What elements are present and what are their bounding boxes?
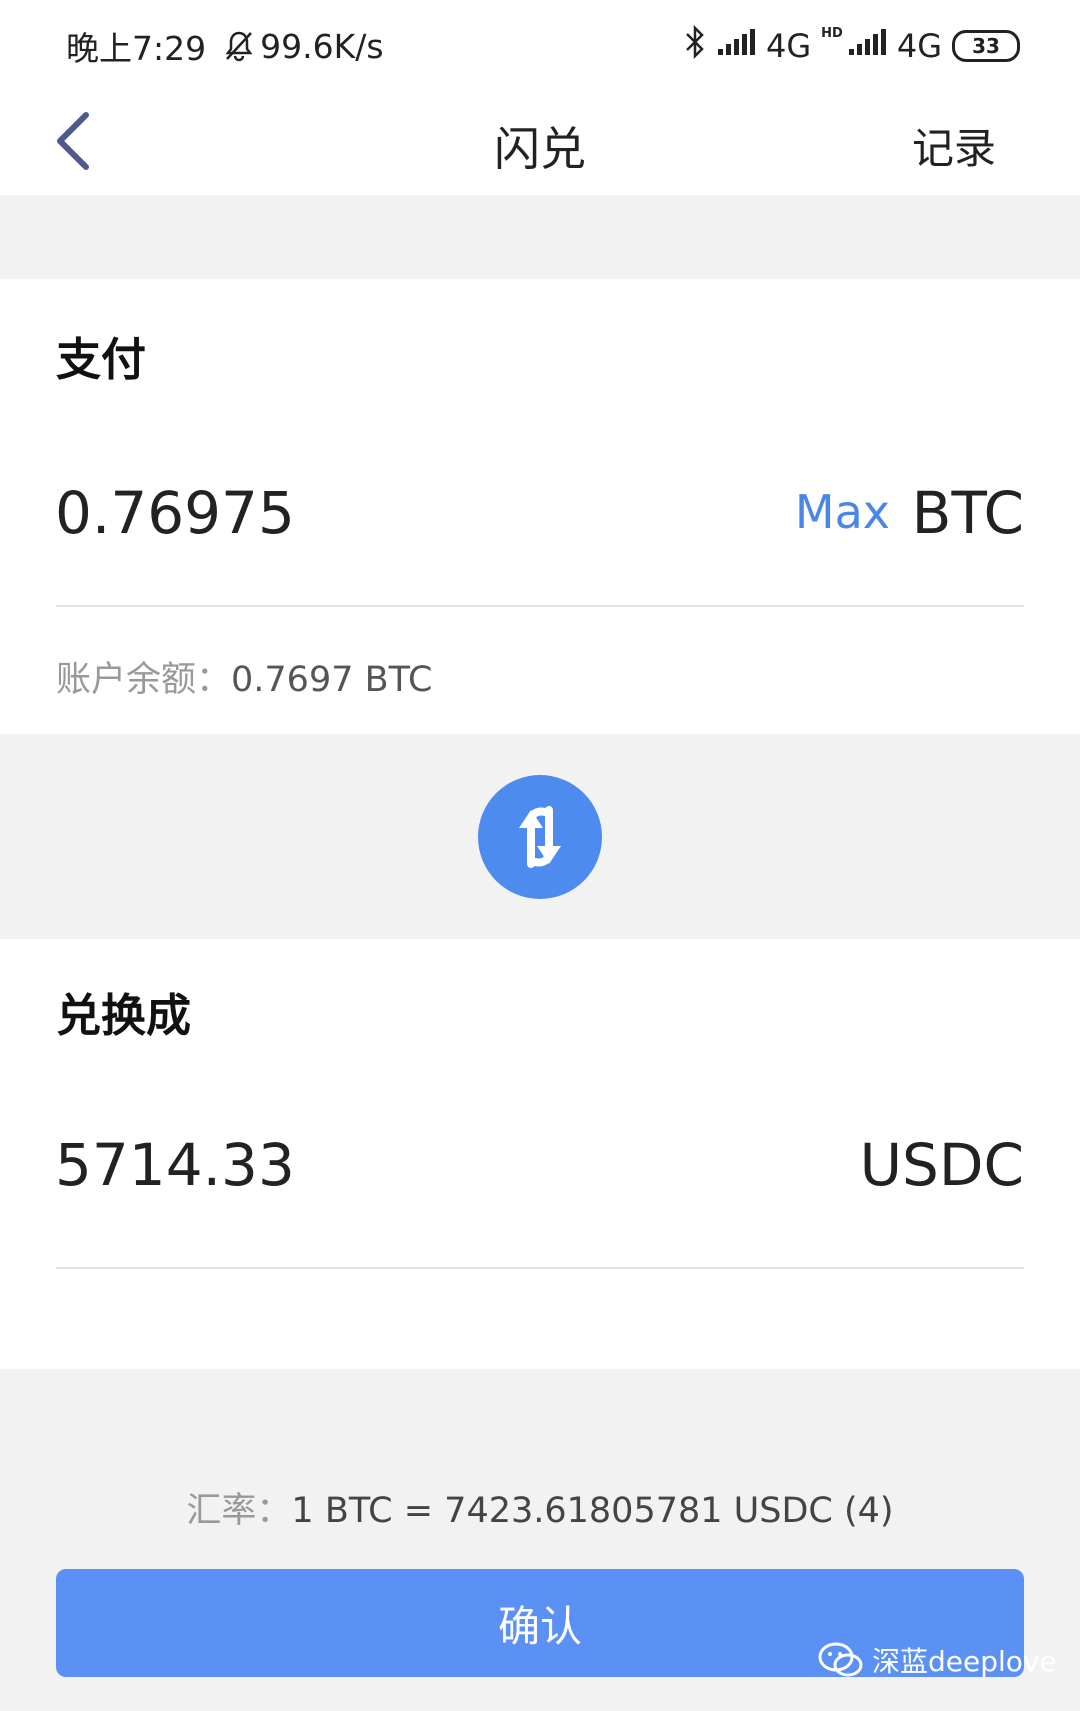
- swap-button[interactable]: [478, 775, 602, 899]
- record-link[interactable]: 记录: [912, 115, 996, 176]
- divider: [56, 1267, 1024, 1269]
- receive-title: 兑换成: [56, 989, 192, 1042]
- swap-arrows-icon: [519, 806, 561, 868]
- pay-amount-input[interactable]: [55, 473, 695, 553]
- wechat-icon: [818, 1642, 863, 1677]
- rate-value: 1 BTC = 7423.61805781 USDC (4): [291, 1491, 894, 1531]
- signal-icon-2: [847, 27, 887, 65]
- pay-section: 支付 Max BTC 账户余额：0.7697 BTC: [0, 279, 1080, 734]
- bell-muted-icon: [224, 30, 254, 62]
- receive-currency: USDC: [859, 1131, 1024, 1199]
- bluetooth-icon: [684, 24, 706, 67]
- network-type-1: 4G: [766, 27, 812, 65]
- status-left: 晚上7:29 99.6K/s: [66, 22, 384, 70]
- balance-value: 0.7697 BTC: [231, 660, 433, 700]
- battery-indicator: 33: [952, 30, 1020, 62]
- pay-title: 支付: [56, 333, 147, 386]
- signal-icon: [716, 27, 756, 65]
- receive-section: 兑换成 5714.33 USDC: [0, 939, 1080, 1369]
- status-bar: 晚上7:29 99.6K/s 4G HD 4G 33: [0, 0, 1080, 95]
- network-type-2: 4G: [896, 27, 942, 65]
- nav-bar: 闪兑 记录: [0, 95, 1080, 195]
- hd-badge: HD: [821, 26, 843, 41]
- exchange-rate: 汇率：1 BTC = 7423.61805781 USDC (4): [0, 1482, 1080, 1533]
- receive-amount: 5714.33: [55, 1131, 295, 1199]
- divider: [56, 605, 1024, 607]
- network-speed: 99.6K/s: [260, 26, 384, 66]
- rate-label: 汇率：: [186, 1491, 292, 1531]
- watermark-text: 深蓝deeplove: [872, 1645, 1057, 1678]
- balance-label: 账户余额：: [56, 660, 232, 700]
- pay-currency: BTC: [911, 479, 1024, 547]
- max-button[interactable]: Max: [795, 485, 890, 539]
- status-time: 晚上7:29: [66, 29, 207, 68]
- status-right: 4G HD 4G 33: [684, 22, 1020, 70]
- balance-line: 账户余额：0.7697 BTC: [56, 651, 432, 702]
- watermark: 深蓝deeplove: [818, 1638, 1057, 1682]
